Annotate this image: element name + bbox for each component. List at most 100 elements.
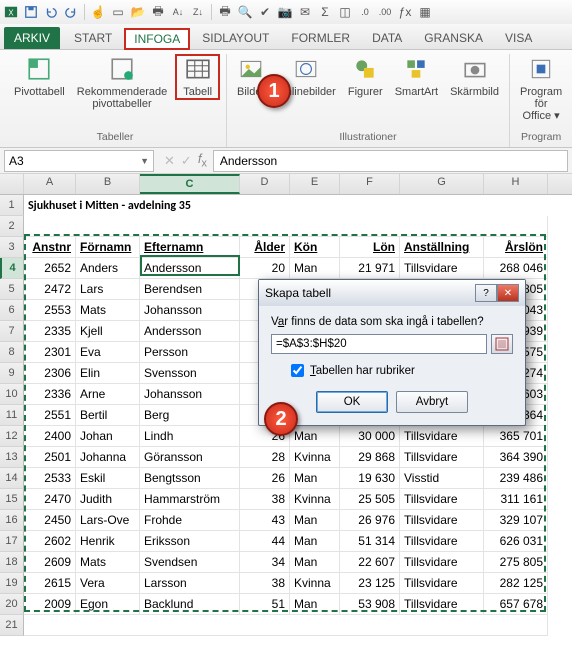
sortdesc-icon[interactable]: Z↓ — [191, 5, 205, 19]
sum-icon[interactable]: Σ — [318, 5, 332, 19]
open-icon[interactable]: 📂 — [131, 5, 145, 19]
header-cell[interactable]: Efternamn — [140, 237, 240, 258]
formula-input[interactable]: Andersson — [213, 150, 568, 172]
dialog-range-input[interactable] — [271, 334, 487, 354]
data-cell[interactable]: 2470 — [24, 489, 76, 510]
data-cell[interactable]: Lars-Ove — [76, 510, 140, 531]
data-cell[interactable]: 2450 — [24, 510, 76, 531]
increase-icon[interactable]: .00 — [378, 5, 392, 19]
rowhead-11[interactable]: 11 — [0, 405, 24, 426]
rowhead-2[interactable]: 2 — [0, 216, 24, 237]
data-cell[interactable]: Bertil — [76, 405, 140, 426]
pivot-button[interactable]: Pivottabell — [10, 54, 69, 98]
data-cell[interactable]: 268 046 — [484, 258, 548, 279]
data-cell[interactable]: 239 486 — [484, 468, 548, 489]
rowhead-14[interactable]: 14 — [0, 468, 24, 489]
data-cell[interactable]: Egon — [76, 594, 140, 615]
data-cell[interactable]: Larsson — [140, 573, 240, 594]
data-cell[interactable]: Eva — [76, 342, 140, 363]
screenshot-button[interactable]: Skärmbild — [446, 54, 503, 98]
header-cell[interactable]: Förnamn — [76, 237, 140, 258]
header-cell[interactable]: Anstnr — [24, 237, 76, 258]
data-cell[interactable]: Tillsvidare — [400, 552, 484, 573]
data-cell[interactable]: Man — [290, 258, 340, 279]
data-cell[interactable]: 26 — [240, 468, 290, 489]
data-cell[interactable]: 2336 — [24, 384, 76, 405]
data-cell[interactable]: Judith — [76, 489, 140, 510]
data-cell[interactable]: 2553 — [24, 300, 76, 321]
shapes-button[interactable]: Figurer — [344, 54, 387, 98]
data-cell[interactable]: Lindh — [140, 426, 240, 447]
save-icon[interactable] — [24, 5, 38, 19]
data-cell[interactable]: Elin — [76, 363, 140, 384]
data-cell[interactable]: 21 971 — [340, 258, 400, 279]
rowhead-18[interactable]: 18 — [0, 552, 24, 573]
header-cell[interactable]: Anställning — [400, 237, 484, 258]
data-cell[interactable]: 2551 — [24, 405, 76, 426]
data-cell[interactable]: Man — [290, 594, 340, 615]
rowhead-3[interactable]: 3 — [0, 237, 24, 258]
data-cell[interactable]: 2400 — [24, 426, 76, 447]
data-cell[interactable]: 53 908 — [340, 594, 400, 615]
rowhead-15[interactable]: 15 — [0, 489, 24, 510]
data-cell[interactable]: Berg — [140, 405, 240, 426]
data-cell[interactable]: Man — [290, 510, 340, 531]
data-cell[interactable]: Andersson — [140, 258, 240, 279]
tab-granska[interactable]: GRANSKA — [414, 27, 493, 49]
data-cell[interactable]: 275 805 — [484, 552, 548, 573]
rowhead-20[interactable]: 20 — [0, 594, 24, 615]
data-cell[interactable]: Vera — [76, 573, 140, 594]
data-cell[interactable]: Tillsvidare — [400, 531, 484, 552]
data-cell[interactable]: 364 390 — [484, 447, 548, 468]
col-G[interactable]: G — [400, 174, 484, 194]
fx-icon[interactable]: fx — [198, 151, 207, 170]
smartart-button[interactable]: SmartArt — [391, 54, 442, 98]
data-cell[interactable]: Mats — [76, 552, 140, 573]
data-cell[interactable]: Henrik — [76, 531, 140, 552]
data-cell[interactable]: Tillsvidare — [400, 573, 484, 594]
data-cell[interactable]: 51 — [240, 594, 290, 615]
worksheet-grid[interactable]: A B C D E F G H 1Sjukhuset i Mitten - av… — [0, 174, 572, 660]
cancel-formula-icon[interactable]: ✕ — [164, 153, 175, 169]
tab-visa[interactable]: VISA — [495, 27, 542, 49]
undo-icon[interactable] — [44, 5, 58, 19]
data-cell[interactable]: Backlund — [140, 594, 240, 615]
rowhead-4[interactable]: 4 — [0, 258, 24, 279]
data-cell[interactable]: Johansson — [140, 300, 240, 321]
rowhead-9[interactable]: 9 — [0, 363, 24, 384]
rowhead-13[interactable]: 13 — [0, 447, 24, 468]
sortasc-icon[interactable]: A↓ — [171, 5, 185, 19]
data-cell[interactable]: 29 868 — [340, 447, 400, 468]
data-cell[interactable]: 25 505 — [340, 489, 400, 510]
data-cell[interactable]: Andersson — [140, 321, 240, 342]
data-cell[interactable]: Kjell — [76, 321, 140, 342]
col-H[interactable]: H — [484, 174, 548, 194]
rowhead-19[interactable]: 19 — [0, 573, 24, 594]
title-cell[interactable]: Sjukhuset i Mitten - avdelning 35 — [24, 195, 548, 216]
data-cell[interactable]: 2009 — [24, 594, 76, 615]
headers-checkbox[interactable] — [291, 364, 304, 377]
data-cell[interactable]: 2609 — [24, 552, 76, 573]
tab-sidlayout[interactable]: SIDLAYOUT — [192, 27, 279, 49]
data-cell[interactable]: 28 — [240, 447, 290, 468]
dialog-cancel-button[interactable]: Avbryt — [396, 391, 468, 413]
data-cell[interactable]: Visstid — [400, 468, 484, 489]
data-cell[interactable]: 2335 — [24, 321, 76, 342]
data-cell[interactable]: Man — [290, 552, 340, 573]
col-E[interactable]: E — [290, 174, 340, 194]
tab-data[interactable]: DATA — [362, 27, 412, 49]
header-cell[interactable]: Ålder — [240, 237, 290, 258]
data-cell[interactable]: Tillsvidare — [400, 489, 484, 510]
data-cell[interactable]: 26 976 — [340, 510, 400, 531]
rowhead-21[interactable]: 21 — [0, 615, 24, 636]
camera-icon[interactable]: 📷 — [278, 5, 292, 19]
new-icon[interactable]: ▭ — [111, 5, 125, 19]
data-cell[interactable]: Man — [290, 531, 340, 552]
data-cell[interactable]: Kvinna — [290, 489, 340, 510]
data-cell[interactable]: 23 125 — [340, 573, 400, 594]
col-F[interactable]: F — [340, 174, 400, 194]
data-cell[interactable]: Svendsen — [140, 552, 240, 573]
rowhead-10[interactable]: 10 — [0, 384, 24, 405]
rec-pivot-button[interactable]: Rekommenderade pivottabeller — [73, 54, 172, 110]
rowhead-7[interactable]: 7 — [0, 321, 24, 342]
